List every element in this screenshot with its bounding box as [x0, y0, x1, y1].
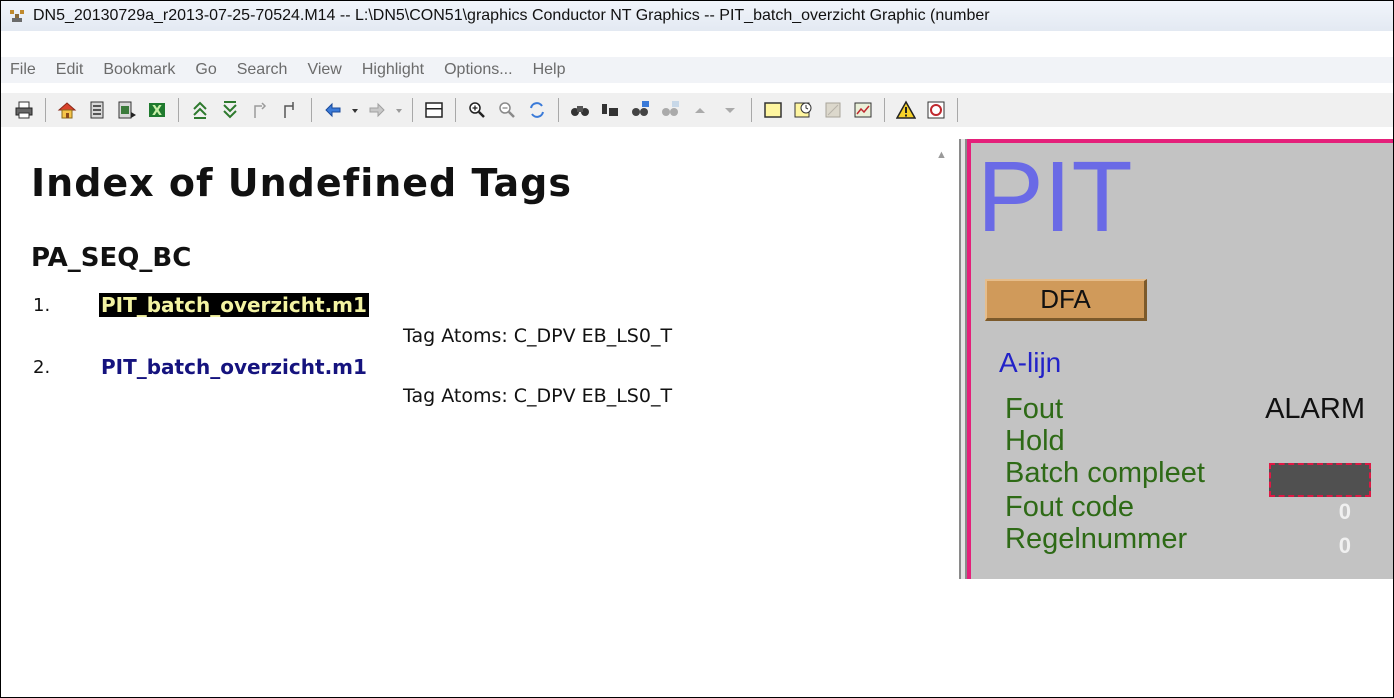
hold-label: Hold [1005, 425, 1065, 457]
batch-compleet-indicator [1269, 463, 1371, 497]
scroll-up-icon[interactable]: ▲ [936, 149, 947, 161]
excel-icon[interactable]: X [146, 99, 168, 121]
panel-icon[interactable] [423, 99, 445, 121]
menu-bar: File Edit Bookmark Go Search View Highli… [1, 57, 1393, 83]
list-item-number: 1. [33, 295, 51, 316]
toolbar-separator [45, 98, 46, 122]
menu-search[interactable]: Search [230, 61, 295, 79]
toolbar-separator [311, 98, 312, 122]
forward-dropdown-icon[interactable] [394, 99, 404, 121]
pane-splitter[interactable] [959, 139, 967, 579]
line-label: A-lijn [999, 347, 1062, 378]
dfa-button[interactable]: DFA [985, 279, 1147, 321]
page-icon[interactable] [86, 99, 108, 121]
find-next-icon[interactable] [599, 99, 621, 121]
section-title: PA_SEQ_BC [31, 243, 192, 273]
page-export-icon[interactable] [116, 99, 138, 121]
menu-view[interactable]: View [300, 61, 348, 79]
menu-bookmark[interactable]: Bookmark [96, 61, 182, 79]
graphic-title: PIT [977, 141, 1133, 253]
svg-text:X: X [152, 104, 162, 119]
disabled-icon[interactable] [822, 99, 844, 121]
fout-code-value: 0 [1338, 499, 1351, 524]
regelnummer-label: Regelnummer [1005, 523, 1188, 555]
index-pane[interactable]: Index of Undefined Tags PA_SEQ_BC 1. PIT… [9, 139, 927, 579]
toolbar-separator [957, 98, 958, 122]
graph-icon[interactable] [852, 99, 874, 121]
zoom-out-icon[interactable] [496, 99, 518, 121]
collapse-all-icon[interactable] [189, 99, 211, 121]
title-bar[interactable]: DN5_20130729a_r2013-07-25-70524.M14 -- L… [1, 1, 1393, 31]
find-tag-icon[interactable] [629, 99, 651, 121]
application-window: DN5_20130729a_r2013-07-25-70524.M14 -- L… [0, 0, 1394, 698]
forward-icon[interactable] [366, 99, 388, 121]
fout-label: Fout [1005, 393, 1064, 425]
fout-code-label: Fout code [1005, 491, 1134, 523]
menu-help[interactable]: Help [526, 61, 573, 79]
tag-link[interactable]: PIT_batch_overzicht.m1 [99, 293, 369, 317]
app-icon [10, 10, 24, 22]
alarm-status: ALARM [1265, 393, 1365, 425]
note-icon[interactable] [762, 99, 784, 121]
back-icon[interactable] [322, 99, 344, 121]
toolbar-separator [751, 98, 752, 122]
print-icon[interactable] [13, 99, 35, 121]
content-area: Index of Undefined Tags PA_SEQ_BC 1. PIT… [9, 139, 1393, 579]
back-dropdown-icon[interactable] [350, 99, 360, 121]
down-arrow-icon[interactable] [719, 99, 741, 121]
menu-go[interactable]: Go [188, 61, 223, 79]
find-icon[interactable] [569, 99, 591, 121]
menu-options[interactable]: Options... [437, 61, 519, 79]
toolbar-separator [455, 98, 456, 122]
batch-compleet-label: Batch compleet [1005, 457, 1205, 489]
up-arrow-icon[interactable] [689, 99, 711, 121]
menu-highlight[interactable]: Highlight [355, 61, 431, 79]
toolbar: X [1, 93, 1393, 127]
toolbar-separator [884, 98, 885, 122]
home-icon[interactable] [56, 99, 78, 121]
expand-all-icon[interactable] [219, 99, 241, 121]
tree-up-icon[interactable] [249, 99, 271, 121]
toolbar-separator [178, 98, 179, 122]
find-tag-disabled-icon[interactable] [659, 99, 681, 121]
window-title: DN5_20130729a_r2013-07-25-70524.M14 -- L… [33, 7, 990, 24]
page-title: Index of Undefined Tags [31, 161, 572, 205]
tag-atoms: Tag Atoms: C_DPV EB_LS0_T [403, 325, 673, 347]
warning-icon[interactable] [895, 99, 917, 121]
tag-link[interactable]: PIT_batch_overzicht.m1 [101, 355, 367, 379]
list-item-number: 2. [33, 357, 51, 378]
tree-down-icon[interactable] [279, 99, 301, 121]
refresh-icon[interactable] [526, 99, 548, 121]
zoom-in-icon[interactable] [466, 99, 488, 121]
regelnummer-value: 0 [1338, 533, 1351, 558]
menu-file[interactable]: File [3, 61, 43, 79]
vertical-scrollbar[interactable]: ▲ [927, 139, 961, 579]
tag-atoms: Tag Atoms: C_DPV EB_LS0_T [403, 385, 673, 407]
history-icon[interactable] [792, 99, 814, 121]
toolbar-separator [412, 98, 413, 122]
graphic-pane: PIT DFA A-lijn Fout ALARM Hold Batch com… [967, 139, 1393, 579]
alarm-icon[interactable] [925, 99, 947, 121]
toolbar-separator [558, 98, 559, 122]
menu-edit[interactable]: Edit [49, 61, 91, 79]
